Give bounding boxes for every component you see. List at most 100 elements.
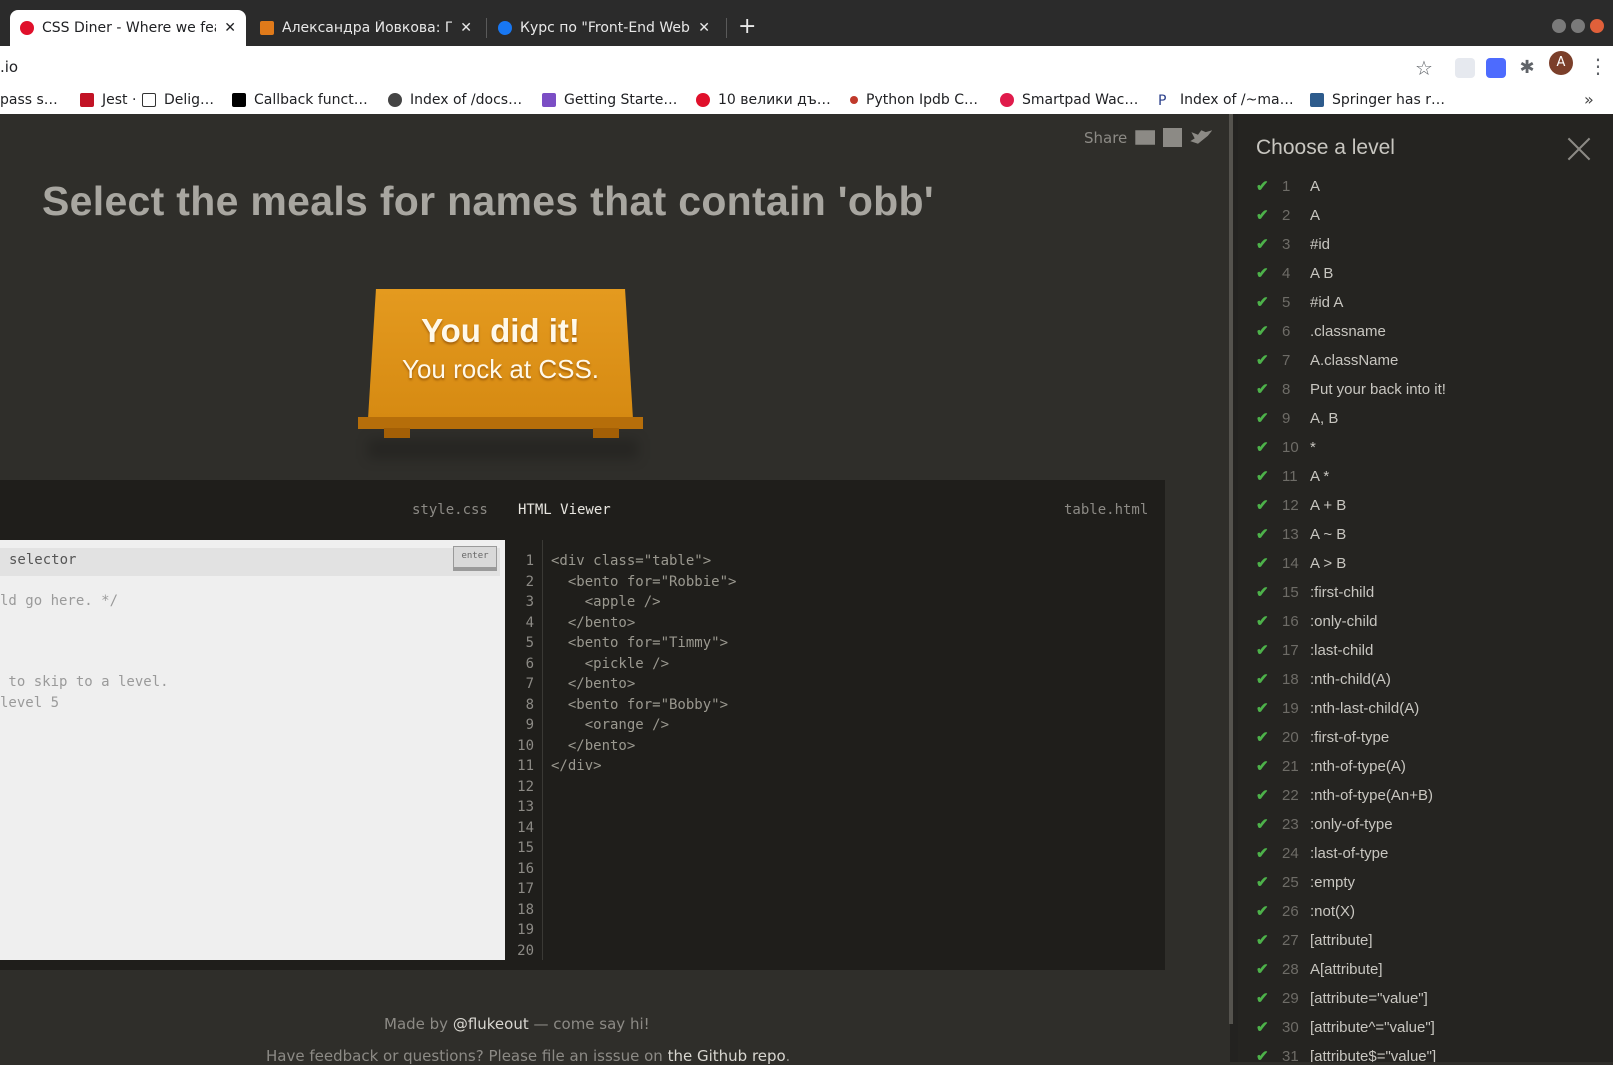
- level-item[interactable]: ✔ 23:only-of-type: [1256, 810, 1393, 838]
- tab-close-icon[interactable]: ✕: [460, 20, 472, 36]
- level-number: 22: [1282, 786, 1299, 804]
- twitter-icon[interactable]: [1190, 130, 1213, 144]
- new-tab-button[interactable]: +: [738, 14, 756, 40]
- code-line: <bento for="Bobby">: [551, 696, 729, 713]
- level-item[interactable]: ✔ 20:first-of-type: [1256, 723, 1389, 751]
- level-number: 31: [1282, 1047, 1299, 1063]
- site-icon: [542, 93, 556, 107]
- checkmark-icon: ✔: [1256, 381, 1269, 398]
- checkmark-icon: ✔: [1256, 439, 1269, 456]
- extensions-puzzle-icon[interactable]: ✱: [1517, 58, 1537, 78]
- level-item[interactable]: ✔ 9 A, B: [1256, 404, 1338, 432]
- url-field[interactable]: .io: [0, 58, 18, 76]
- browser-menu-icon[interactable]: ⋮: [1588, 54, 1608, 78]
- level-number: 20: [1282, 728, 1299, 746]
- profile-avatar[interactable]: A: [1549, 51, 1573, 75]
- bookmark-item[interactable]: 10 велики дъ…: [696, 92, 831, 108]
- level-name: :empty: [1310, 873, 1356, 891]
- level-item[interactable]: ✔ 14 A > B: [1256, 549, 1346, 577]
- tab-close-icon[interactable]: ✕: [698, 20, 710, 36]
- code-line: <bento for="Robbie">: [551, 573, 737, 590]
- level-item[interactable]: ✔ 6 .classname: [1256, 317, 1386, 345]
- close-window-icon[interactable]: [1590, 19, 1604, 33]
- enter-button[interactable]: enter: [453, 546, 497, 568]
- level-item[interactable]: ✔ 19:nth-last-child(A): [1256, 694, 1419, 722]
- level-number: 15: [1282, 583, 1299, 601]
- level-item[interactable]: ✔ 11 A *: [1256, 462, 1329, 490]
- level-item[interactable]: ✔ 7 A.className: [1256, 346, 1398, 374]
- checkmark-icon: ✔: [1256, 932, 1269, 949]
- minimize-window-icon[interactable]: [1552, 19, 1566, 33]
- checkmark-icon: ✔: [1256, 265, 1269, 282]
- medium-icon: [232, 93, 246, 107]
- level-item[interactable]: ✔ 12 A + B: [1256, 491, 1346, 519]
- level-name: :nth-last-child(A): [1310, 699, 1420, 717]
- scrollbar[interactable]: [1229, 114, 1233, 1024]
- level-item[interactable]: ✔ 13 A ~ B: [1256, 520, 1346, 548]
- level-item[interactable]: ✔ 15:first-child: [1256, 578, 1374, 606]
- maximize-window-icon[interactable]: [1571, 19, 1585, 33]
- facebook-icon[interactable]: [1163, 128, 1183, 147]
- level-item[interactable]: ✔ 31 [attribute$="value"]: [1256, 1042, 1437, 1063]
- bookmark-label: Index of /docs…: [410, 92, 523, 108]
- checkmark-icon: ✔: [1256, 845, 1269, 862]
- star-box-icon: [142, 93, 156, 107]
- level-item[interactable]: ✔ 30 [attribute^="value"]: [1256, 1013, 1435, 1041]
- bookmark-item[interactable]: Getting Starte…: [542, 92, 677, 108]
- bookmark-item[interactable]: Springer has r…: [1310, 92, 1445, 108]
- level-number: 18: [1282, 670, 1299, 688]
- css-diner-favicon-icon: [20, 21, 34, 35]
- level-name: [attribute="value"]: [1310, 989, 1428, 1007]
- bookmark-item[interactable]: Delig…: [142, 92, 214, 108]
- tab-front-end-course[interactable]: Курс по "Front-End Web" ✕: [488, 10, 720, 46]
- extension-icon[interactable]: [1455, 58, 1475, 78]
- tab-title: Курс по "Front-End Web": [520, 20, 691, 36]
- level-name: :last-of-type: [1310, 844, 1389, 862]
- level-name: :only-child: [1310, 612, 1378, 630]
- level-name: [attribute$="value"]: [1310, 1047, 1437, 1063]
- level-item[interactable]: ✔ 2 A: [1256, 201, 1320, 229]
- level-item[interactable]: ✔ 29 [attribute="value"]: [1256, 984, 1428, 1012]
- springer-icon: [1310, 93, 1324, 107]
- tab-aleksandra[interactable]: Александра Йовкова: Пу ✕: [250, 10, 482, 46]
- tab-css-diner[interactable]: CSS Diner - Where we feas ✕: [10, 10, 246, 46]
- address-bar: .io ☆ ✱ A ⋮: [0, 46, 1613, 92]
- level-item[interactable]: ✔ 21:nth-of-type(A): [1256, 752, 1406, 780]
- level-item[interactable]: ✔ 4 A B: [1256, 259, 1333, 287]
- checkmark-icon: ✔: [1256, 352, 1269, 369]
- level-item[interactable]: ✔ 18:nth-child(A): [1256, 665, 1391, 693]
- github-repo-link[interactable]: the Github repo: [668, 1047, 786, 1065]
- level-item[interactable]: ✔ 17:last-child: [1256, 636, 1373, 664]
- level-item[interactable]: ✔ 27 [attribute]: [1256, 926, 1373, 954]
- bookmark-item[interactable]: pass s…: [0, 92, 58, 108]
- bookmark-item[interactable]: Jest ·: [80, 92, 136, 108]
- level-item[interactable]: ✔ 16:only-child: [1256, 607, 1378, 635]
- level-item[interactable]: ✔ 26:not(X): [1256, 897, 1355, 925]
- bookmark-item[interactable]: Callback funct…: [232, 92, 368, 108]
- level-item[interactable]: ✔ 28 A[attribute]: [1256, 955, 1383, 983]
- tab-close-icon[interactable]: ✕: [224, 20, 236, 36]
- globe-icon: [388, 93, 402, 107]
- extension-icon[interactable]: [1486, 58, 1506, 78]
- level-item[interactable]: ✔ 3 #id: [1256, 230, 1330, 258]
- bookmark-item[interactable]: Smartpad Wac…: [1000, 92, 1138, 108]
- bookmark-star-icon[interactable]: ☆: [1415, 56, 1433, 80]
- level-number: 21: [1282, 757, 1299, 775]
- author-link[interactable]: @flukeout: [453, 1015, 529, 1033]
- level-item[interactable]: ✔ 22:nth-of-type(An+B): [1256, 781, 1433, 809]
- bookmark-item[interactable]: Python Ipdb C…: [850, 92, 978, 108]
- bookmark-item[interactable]: Index of /docs…: [388, 92, 522, 108]
- level-item[interactable]: ✔ 25:empty: [1256, 868, 1355, 896]
- level-item[interactable]: ✔ 1 A: [1256, 172, 1320, 200]
- bookmarks-overflow-icon[interactable]: »: [1584, 90, 1594, 109]
- bookmark-item[interactable]: P Index of /~ma…: [1158, 92, 1294, 109]
- css-comment-line: to skip to a level.: [0, 674, 169, 690]
- level-item[interactable]: ✔ 24:last-of-type: [1256, 839, 1388, 867]
- email-icon[interactable]: [1135, 130, 1156, 145]
- site-icon: [1000, 93, 1014, 107]
- level-item[interactable]: ✔ 10 *: [1256, 433, 1316, 461]
- code-line: </bento>: [551, 737, 636, 754]
- level-item[interactable]: ✔ 8 Put your back into it!: [1256, 375, 1446, 403]
- level-item[interactable]: ✔ 5 #id A: [1256, 288, 1343, 316]
- close-icon[interactable]: [1566, 136, 1592, 162]
